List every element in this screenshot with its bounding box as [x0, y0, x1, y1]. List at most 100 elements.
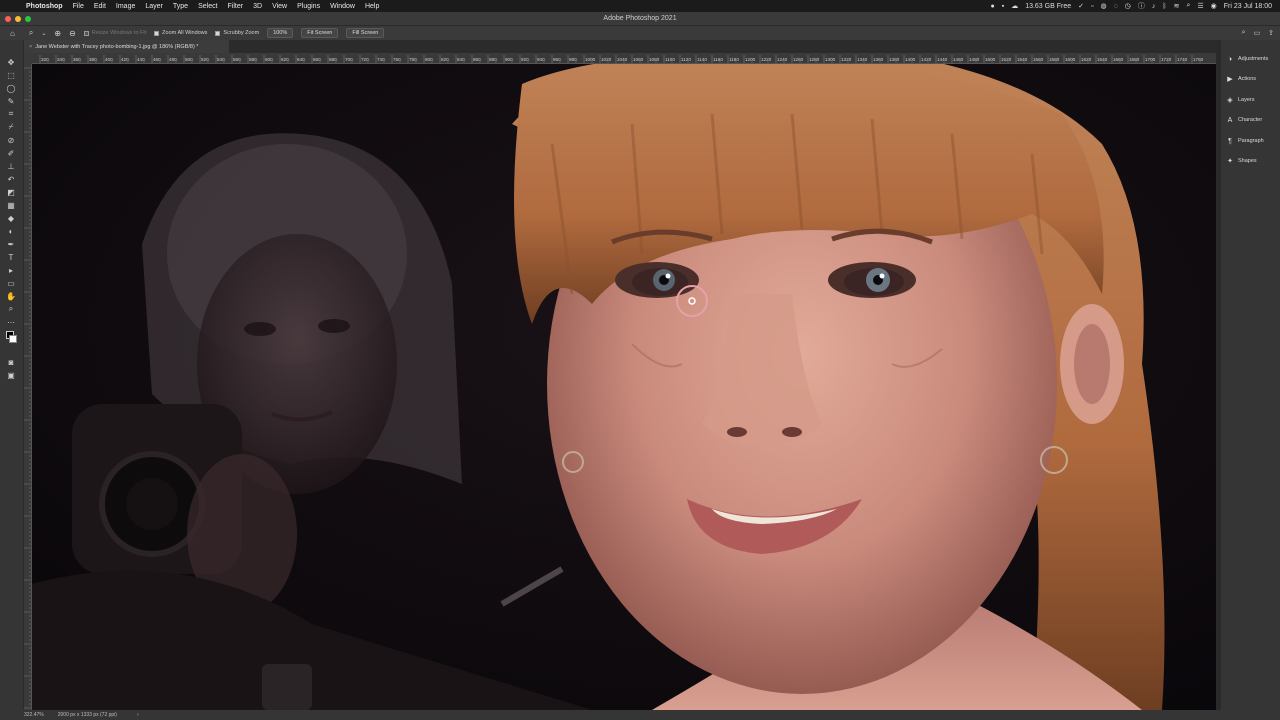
fill-screen-button[interactable]: Fill Screen	[346, 28, 385, 38]
ruler-label: 1240	[777, 57, 788, 62]
screen-icon[interactable]: ▪	[1002, 3, 1004, 10]
document-tab[interactable]: × Jane Webster with Tracey photo-bombing…	[24, 40, 229, 53]
options-right: ⌕ ▭ ⇪	[1242, 29, 1274, 37]
control-center-icon[interactable]: ☰	[1197, 2, 1203, 10]
lasso-tool-icon[interactable]: ◯	[4, 82, 18, 94]
panel-actions[interactable]: ▶ Actions	[1225, 72, 1280, 86]
color-swatches-icon[interactable]	[4, 330, 18, 346]
record-icon[interactable]: ●	[990, 3, 994, 10]
menu-layer[interactable]: Layer	[145, 3, 163, 10]
gradient-tool-icon[interactable]: ▦	[4, 199, 18, 211]
clone-stamp-tool-icon[interactable]: ⊥	[4, 160, 18, 172]
zoom-100-button[interactable]: 100%	[267, 28, 294, 38]
panel-layers[interactable]: ◈ Layers	[1225, 93, 1280, 107]
zoom-out-icon[interactable]: ⊖	[69, 29, 76, 38]
cloud-icon[interactable]: ☁	[1011, 2, 1018, 10]
menu-3d[interactable]: 3D	[253, 3, 262, 10]
menu-view[interactable]: View	[272, 3, 287, 10]
ruler-label: 1700	[1145, 57, 1156, 62]
rectangle-tool-icon[interactable]: ▭	[4, 277, 18, 289]
more-tools-icon[interactable]: ⋯	[4, 316, 18, 328]
menu-type[interactable]: Type	[173, 3, 188, 10]
clock-icon[interactable]: ◷	[1125, 2, 1131, 10]
box-icon[interactable]: ▫	[1091, 3, 1093, 10]
marquee-tool-icon[interactable]: ⬚	[4, 69, 18, 81]
bluetooth-icon[interactable]: ᛒ	[1162, 3, 1166, 10]
dodge-tool-icon[interactable]: ◐	[4, 225, 18, 237]
ruler-label: 320	[41, 57, 49, 62]
ruler-label: 1040	[617, 57, 628, 62]
menu-filter[interactable]: Filter	[228, 3, 244, 10]
vertical-ruler[interactable]	[24, 64, 32, 710]
panel-collapse-strip[interactable]	[1216, 40, 1221, 710]
ruler-label: 760	[393, 57, 401, 62]
menu-plugins[interactable]: Plugins	[297, 3, 320, 10]
ruler-label: 1520	[1001, 57, 1012, 62]
app-menu[interactable]: Photoshop	[26, 3, 63, 10]
ruler-label: 400	[105, 57, 113, 62]
eyedropper-tool-icon[interactable]: ⌿	[4, 121, 18, 133]
path-select-tool-icon[interactable]: ▸	[4, 264, 18, 276]
close-tab-icon[interactable]: ×	[29, 44, 32, 50]
menu-edit[interactable]: Edit	[94, 3, 106, 10]
zoom-window-button[interactable]	[25, 15, 31, 22]
blur-tool-icon[interactable]: ◆	[4, 212, 18, 224]
panel-character[interactable]: A Character	[1225, 113, 1280, 127]
document-canvas[interactable]	[32, 64, 1216, 710]
spotlight-icon[interactable]: ⌕	[1186, 2, 1190, 10]
minimize-window-button[interactable]	[15, 15, 21, 22]
brush-tool-icon[interactable]: ✐	[4, 147, 18, 159]
panel-shapes[interactable]: ✦ Shapes	[1225, 154, 1280, 168]
ruler-label: 1100	[665, 57, 675, 62]
circle-icon[interactable]: ◌	[1114, 3, 1118, 10]
zoom-all-windows-option[interactable]: Zoom All Windows	[154, 30, 207, 36]
workspace-icon[interactable]: ▭	[1254, 29, 1261, 37]
check-icon[interactable]: ✓	[1078, 2, 1084, 10]
ruler-corner[interactable]	[24, 53, 32, 64]
hand-tool-icon[interactable]: ✋	[4, 290, 18, 302]
zoom-in-icon[interactable]: ⊕	[54, 29, 61, 38]
quick-select-tool-icon[interactable]: ✎	[4, 95, 18, 107]
history-brush-tool-icon[interactable]: ↶	[4, 173, 18, 185]
menu-image[interactable]: Image	[116, 3, 135, 10]
screen-mode-icon[interactable]: ▣	[4, 369, 18, 381]
quick-mask-icon[interactable]: ◙	[4, 356, 18, 368]
menu-file[interactable]: File	[73, 3, 84, 10]
zoom-tool-icon[interactable]: ⌕	[4, 303, 18, 315]
share-icon[interactable]: ⇪	[1268, 29, 1274, 37]
type-tool-icon[interactable]: T	[4, 251, 18, 263]
clock-datetime[interactable]: Fri 23 Jul 18:00	[1224, 3, 1272, 10]
healing-brush-tool-icon[interactable]: ⊘	[4, 134, 18, 146]
ruler-label: 1560	[1033, 57, 1044, 62]
menu-select[interactable]: Select	[198, 3, 217, 10]
ruler-label: 520	[201, 57, 209, 62]
ruler-label: 840	[457, 57, 465, 62]
menu-help[interactable]: Help	[365, 3, 379, 10]
panel-paragraph[interactable]: ¶ Paragraph	[1225, 134, 1280, 148]
ruler-label: 380	[89, 57, 97, 62]
home-icon[interactable]: ⌂	[10, 29, 15, 38]
zoom-tool-icon[interactable]: ⌕	[29, 28, 33, 38]
globe-icon[interactable]: ◍	[1100, 2, 1106, 10]
eraser-tool-icon[interactable]: ◩	[4, 186, 18, 198]
memory-status[interactable]: 13.63 GB Free	[1025, 3, 1071, 10]
resize-windows-option[interactable]: Resize Windows to Fit	[83, 30, 146, 36]
horizontal-ruler[interactable]: 320 340 360 380 400 420 440 460 480 500 520 540 560 5…	[24, 53, 1216, 64]
wifi-icon[interactable]: ≋	[1174, 2, 1180, 10]
info-icon[interactable]: ⓘ	[1138, 1, 1145, 11]
zoom-readout[interactable]: 322.47%	[24, 712, 44, 718]
menu-window[interactable]: Window	[330, 3, 355, 10]
panel-adjustments[interactable]: ◑ Adjustments	[1225, 52, 1280, 66]
volume-icon[interactable]: ♪	[1152, 3, 1156, 10]
move-tool-icon[interactable]: ✥	[4, 56, 18, 68]
pen-tool-icon[interactable]: ✒	[4, 238, 18, 250]
siri-icon[interactable]: ◉	[1211, 2, 1217, 10]
status-menu-chevron-icon[interactable]: ›	[137, 712, 139, 718]
ruler-label: 1280	[809, 57, 820, 62]
fit-screen-button[interactable]: Fit Screen	[301, 28, 339, 38]
scrubby-zoom-option[interactable]: Scrubby Zoom	[215, 30, 259, 36]
tool-preset-chevron-icon[interactable]: ⌄	[41, 30, 46, 37]
search-icon[interactable]: ⌕	[1242, 29, 1246, 37]
close-window-button[interactable]	[5, 15, 11, 22]
crop-tool-icon[interactable]: ⌗	[4, 108, 18, 120]
